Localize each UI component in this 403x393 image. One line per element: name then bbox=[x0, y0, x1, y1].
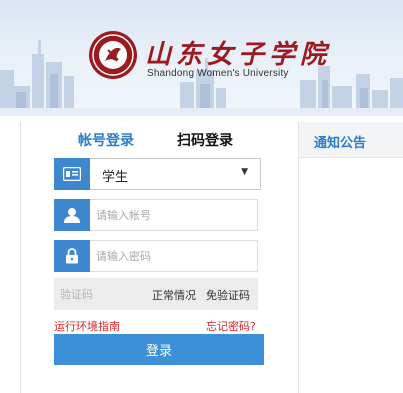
password-row bbox=[54, 240, 258, 272]
login-button[interactable]: 登录 bbox=[54, 334, 264, 365]
account-input[interactable] bbox=[90, 199, 258, 231]
school-name-en: Shandong Women's University bbox=[147, 68, 289, 79]
dropdown-arrow-icon: ▼ bbox=[241, 167, 248, 177]
login-panel: 帐号登录 扫码登录 学生 ▼ 请输入帐号 验证码 正常情况 免验证码 运行环境指… bbox=[20, 122, 293, 393]
role-select-value: 学生 bbox=[102, 170, 129, 185]
captcha-mode-text: 免验证码 bbox=[206, 289, 250, 302]
captcha-status-text: 正常情况 bbox=[152, 289, 196, 302]
tab-qr-login[interactable]: 扫码登录 bbox=[177, 130, 233, 150]
captcha-input[interactable] bbox=[54, 278, 144, 310]
forgot-password-link[interactable]: 忘记密码? bbox=[206, 318, 256, 334]
role-select[interactable]: 学生 ▼ bbox=[90, 158, 261, 190]
password-input[interactable] bbox=[90, 240, 258, 272]
lock-icon bbox=[54, 240, 90, 272]
login-page: 山东女子学院 Shandong Women's University 帐号登录 … bbox=[0, 0, 403, 393]
id-card-icon bbox=[54, 158, 90, 190]
account-row bbox=[54, 199, 258, 231]
notice-title[interactable]: 通知公告 bbox=[314, 132, 366, 151]
school-name-cn: 山东女子学院 bbox=[145, 40, 332, 70]
notice-panel: 通知公告 bbox=[298, 122, 403, 393]
header-banner: 山东女子学院 Shandong Women's University bbox=[0, 0, 403, 116]
user-icon bbox=[54, 199, 90, 231]
role-select-row: 学生 ▼ bbox=[54, 158, 261, 190]
captcha-row: 正常情况 免验证码 bbox=[54, 278, 258, 310]
login-tabs: 帐号登录 扫码登录 bbox=[21, 130, 294, 156]
notice-header: 通知公告 bbox=[299, 122, 403, 158]
tab-account-login[interactable]: 帐号登录 bbox=[78, 130, 134, 150]
env-guide-link[interactable]: 运行环境指南 bbox=[54, 318, 120, 334]
school-logo-icon bbox=[89, 31, 137, 79]
